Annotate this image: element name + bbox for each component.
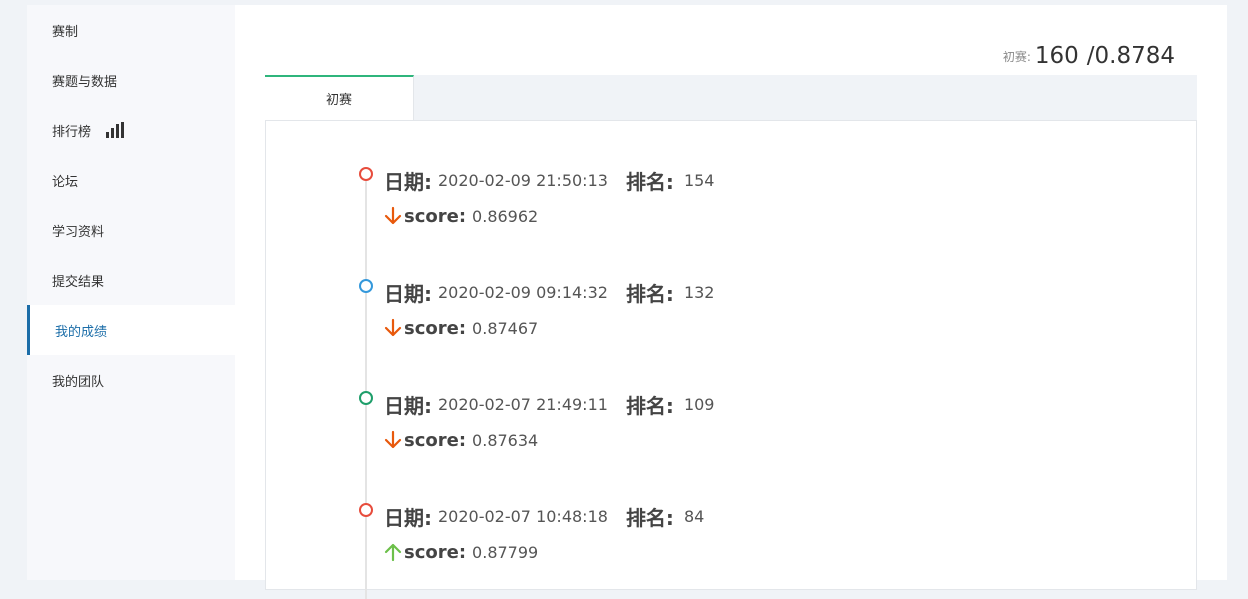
sidebar-item-label: 赛题与数据 (52, 74, 118, 90)
entry-date: 2020-02-07 21:49:11 (438, 394, 608, 414)
entry-rank: 154 (683, 170, 715, 190)
sidebar-item-my-team[interactable]: 我的团队 (27, 355, 235, 405)
entry-score: 0.87467 (472, 318, 539, 338)
arrow-down-icon (384, 430, 402, 450)
sidebar-item-label: 论坛 (52, 174, 79, 190)
entry-score-row: score: 0.87799 (384, 539, 538, 565)
tab-bar: 初赛 (265, 75, 1197, 120)
entry-header: 日期: 2020-02-09 21:50:13 排名: 154 (384, 167, 715, 194)
sidebar-item-label: 我的成绩 (55, 324, 108, 340)
rank-label: 排名: (625, 393, 674, 418)
summary-label: 初赛: (1002, 50, 1031, 64)
entry-score-row: score: 0.87467 (384, 315, 538, 341)
sidebar-item-label: 提交结果 (52, 274, 105, 290)
entry-date: 2020-02-07 10:48:18 (438, 506, 608, 526)
sidebar-item-submit[interactable]: 提交结果 (27, 255, 235, 305)
score-label: score: (404, 205, 467, 227)
sidebar-item-leaderboard[interactable]: 排行榜 (27, 105, 235, 155)
sidebar-item-my-scores[interactable]: 我的成绩 (27, 305, 235, 355)
timeline-entry: 日期: 2020-02-09 09:14:32 排名: 132 score: 0… (266, 279, 1166, 369)
sidebar: 赛制 赛题与数据 排行榜 论坛 学习资料 提交结果 我的成绩 我的团队 (27, 5, 235, 580)
main-panel: 初赛: 160 /0.8784 初赛 日期: 2020-02-09 21:50:13… (235, 5, 1227, 599)
score-summary: 初赛: 160 /0.8784 (1003, 43, 1175, 69)
sidebar-item-problem-data[interactable]: 赛题与数据 (27, 55, 235, 105)
entry-score: 0.86962 (472, 206, 539, 226)
score-label: score: (404, 541, 467, 563)
arrow-down-icon (384, 318, 402, 338)
entry-rank: 109 (683, 394, 715, 414)
entry-rank: 84 (683, 506, 705, 526)
rank-label: 排名: (625, 169, 674, 194)
date-label: 日期: (384, 393, 432, 418)
entry-score-row: score: 0.87634 (384, 427, 538, 453)
timeline-dot (359, 167, 373, 181)
entry-score-row: score: 0.86962 (384, 203, 538, 229)
entry-date: 2020-02-09 21:50:13 (438, 170, 608, 190)
arrow-up-icon (384, 542, 402, 562)
timeline-entry: 日期: 2020-02-09 21:50:13 排名: 154 score: 0… (266, 167, 1166, 257)
rank-label: 排名: (625, 281, 674, 306)
score-label: score: (404, 429, 467, 451)
tab-preliminary[interactable]: 初赛 (265, 75, 414, 120)
sidebar-item-forum[interactable]: 论坛 (27, 155, 235, 205)
sidebar-item-label: 学习资料 (52, 224, 105, 240)
arrow-down-icon (384, 206, 402, 226)
summary-rank: 160 (1034, 43, 1079, 69)
bar-chart-icon (106, 122, 125, 138)
sidebar-item-label: 排行榜 (52, 124, 92, 140)
entry-score: 0.87799 (472, 542, 539, 562)
score-history: 日期: 2020-02-09 21:50:13 排名: 154 score: 0… (265, 120, 1197, 599)
timeline-dot (359, 503, 373, 517)
date-label: 日期: (384, 505, 432, 530)
rank-label: 排名: (625, 505, 674, 530)
date-label: 日期: (384, 169, 432, 194)
entry-date: 2020-02-09 09:14:32 (438, 282, 608, 302)
sidebar-item-label: 我的团队 (52, 374, 105, 390)
summary-score: 0.8784 (1094, 43, 1175, 69)
entry-score: 0.87634 (472, 430, 539, 450)
entry-header: 日期: 2020-02-09 09:14:32 排名: 132 (384, 279, 715, 306)
date-label: 日期: (384, 281, 432, 306)
score-label: score: (404, 317, 467, 339)
sidebar-item-learning[interactable]: 学习资料 (27, 205, 235, 255)
entry-rank: 132 (683, 282, 715, 302)
entry-header: 日期: 2020-02-07 10:48:18 排名: 84 (384, 503, 705, 530)
entry-header: 日期: 2020-02-07 21:49:11 排名: 109 (384, 391, 715, 418)
timeline-dot (359, 279, 373, 293)
timeline-dot (359, 391, 373, 405)
sidebar-item-rules[interactable]: 赛制 (27, 5, 235, 55)
timeline-entry: 日期: 2020-02-07 21:49:11 排名: 109 score: 0… (266, 391, 1166, 481)
sidebar-item-label: 赛制 (52, 24, 79, 40)
summary-separator: / (1086, 43, 1095, 69)
